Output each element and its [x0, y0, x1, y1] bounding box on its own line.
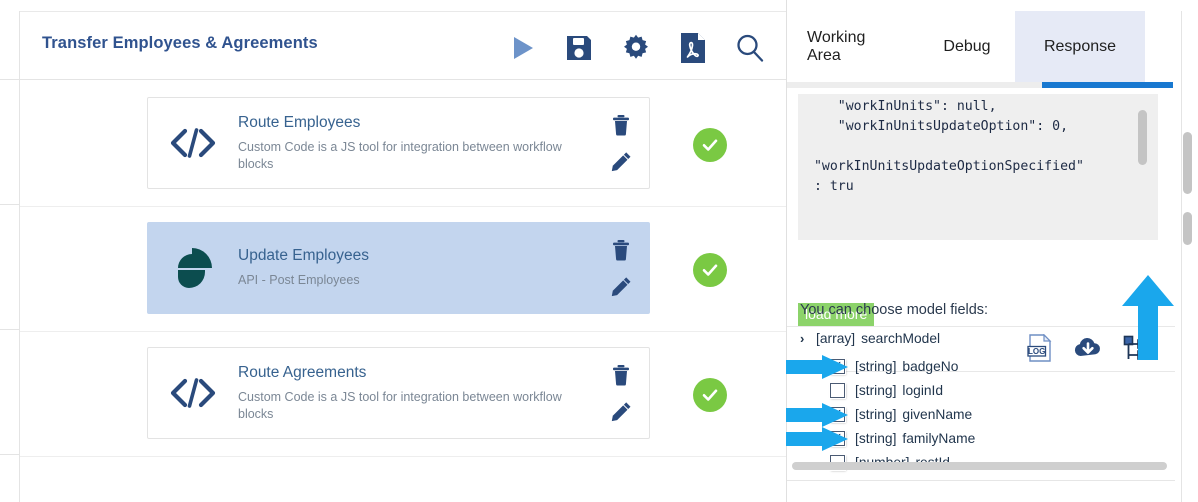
workflow-block-actions: [593, 223, 649, 313]
field-checkbox[interactable]: ✓: [830, 406, 845, 422]
workflow-block-actions: [593, 348, 649, 438]
workflow-block-texts: Route Employees Custom Code is a JS tool…: [238, 114, 593, 173]
response-code-block[interactable]: "workInUnits": null, "workInUnitsUpdateO…: [798, 94, 1158, 240]
workflow-block-description: Custom Code is a JS tool for integration…: [238, 389, 562, 421]
field-checkbox[interactable]: ✓: [830, 358, 845, 374]
save-icon[interactable]: [559, 26, 599, 70]
page-title: Transfer Employees & Agreements: [42, 34, 318, 52]
tab-debug[interactable]: Debug: [919, 11, 1015, 82]
code-icon: [148, 126, 238, 160]
tree-type-label: [string]: [855, 358, 897, 374]
workflow-toolbar: [502, 26, 770, 70]
tree-row-field[interactable]: [string] loginId: [830, 378, 943, 402]
workflow-block-card[interactable]: Route Employees Custom Code is a JS tool…: [147, 97, 650, 189]
workflow-block-row: Route Agreements Custom Code is a JS too…: [20, 331, 786, 457]
workflow-block-list: Route Employees Custom Code is a JS tool…: [20, 81, 786, 502]
tab-label: Debug: [943, 37, 991, 55]
search-icon[interactable]: [730, 26, 770, 70]
model-fields-section: You can choose model fields: › [array] s…: [787, 284, 1175, 502]
tree-type-label: [string]: [855, 430, 897, 446]
delete-icon[interactable]: [608, 237, 634, 263]
field-checkbox[interactable]: [830, 382, 845, 398]
run-icon[interactable]: [502, 26, 542, 70]
status-badge: [693, 128, 727, 162]
tree-type-label: [string]: [855, 406, 897, 422]
edit-icon[interactable]: [608, 148, 634, 174]
tab-response[interactable]: Response: [1015, 11, 1145, 82]
tree-row-field[interactable]: ✓ [string] badgeNo: [830, 354, 958, 378]
model-fields-bottom-divider: [787, 480, 1175, 481]
tree-row-field[interactable]: ✓ [string] givenName: [830, 402, 972, 426]
response-panel: Working Area Debug Response "workInUnits…: [786, 0, 1198, 502]
workflow-block-description: Custom Code is a JS tool for integration…: [238, 139, 562, 171]
gear-icon[interactable]: [616, 26, 656, 70]
pdf-icon[interactable]: [673, 26, 713, 70]
code-scrollbar-thumb[interactable]: [1138, 110, 1147, 165]
workflow-block-description: API - Post Employees: [238, 273, 360, 288]
status-badge: [693, 378, 727, 412]
tab-label: Response: [1043, 37, 1117, 55]
workflow-header: Transfer Employees & Agreements: [20, 12, 786, 80]
model-fields-caption: You can choose model fields:: [800, 302, 989, 318]
workflow-block-name: Route Employees: [238, 113, 361, 131]
edit-icon[interactable]: [608, 398, 634, 424]
workflow-block-name: Route Agreements: [238, 363, 367, 381]
delete-icon[interactable]: [608, 112, 634, 138]
response-content: "workInUnits": null, "workInUnitsUpdateO…: [787, 88, 1175, 372]
workflow-block-row: Route Employees Custom Code is a JS tool…: [20, 81, 786, 207]
tree-name-label: loginId: [902, 382, 944, 398]
tree-name-label: badgeNo: [902, 358, 959, 374]
api-logo-icon: [148, 245, 238, 291]
workflow-block-actions: [593, 98, 649, 188]
tree-row-field[interactable]: ✓ [string] familyName: [830, 426, 975, 450]
workflow-block-row: Update Employees API - Post Employees: [20, 206, 786, 332]
workflow-block-name: Update Employees: [238, 247, 369, 265]
status-badge: [693, 253, 727, 287]
panel-tabs: Working Area Debug Response: [787, 11, 1175, 82]
panel-scrollbar-thumb-secondary[interactable]: [1183, 212, 1192, 245]
tab-working-area[interactable]: Working Area: [787, 11, 919, 82]
chevron-right-icon[interactable]: ›: [800, 331, 816, 346]
delete-icon[interactable]: [608, 362, 634, 388]
workflow-panel: Transfer Employees & Agreements Route Em…: [0, 0, 786, 502]
workflow-block-card[interactable]: Update Employees API - Post Employees: [147, 222, 650, 314]
tree-type-label: [array]: [816, 330, 856, 346]
workflow-block-texts: Update Employees API - Post Employees: [238, 247, 593, 289]
workflow-editor-screen: Transfer Employees & Agreements Route Em…: [0, 0, 1198, 502]
tree-name-label: familyName: [902, 430, 976, 446]
tree-type-label: [string]: [855, 382, 897, 398]
workflow-block-texts: Route Agreements Custom Code is a JS too…: [238, 364, 593, 423]
panel-scrollbar-thumb[interactable]: [1183, 132, 1192, 194]
left-gutter: [0, 11, 20, 502]
code-icon: [148, 376, 238, 410]
workflow-block-card[interactable]: Route Agreements Custom Code is a JS too…: [147, 347, 650, 439]
tree-row-root[interactable]: › [array] searchModel: [800, 326, 940, 350]
model-fields-horizontal-scrollbar[interactable]: [792, 462, 1167, 470]
tree-name-label: searchModel: [861, 330, 941, 346]
response-code-text: "workInUnits": null, "workInUnitsUpdateO…: [813, 99, 1084, 195]
tab-label: Working Area: [807, 28, 866, 64]
tree-name-label: givenName: [902, 406, 973, 422]
field-checkbox[interactable]: ✓: [830, 430, 845, 446]
panel-right-border: [1181, 11, 1182, 502]
edit-icon[interactable]: [608, 273, 634, 299]
